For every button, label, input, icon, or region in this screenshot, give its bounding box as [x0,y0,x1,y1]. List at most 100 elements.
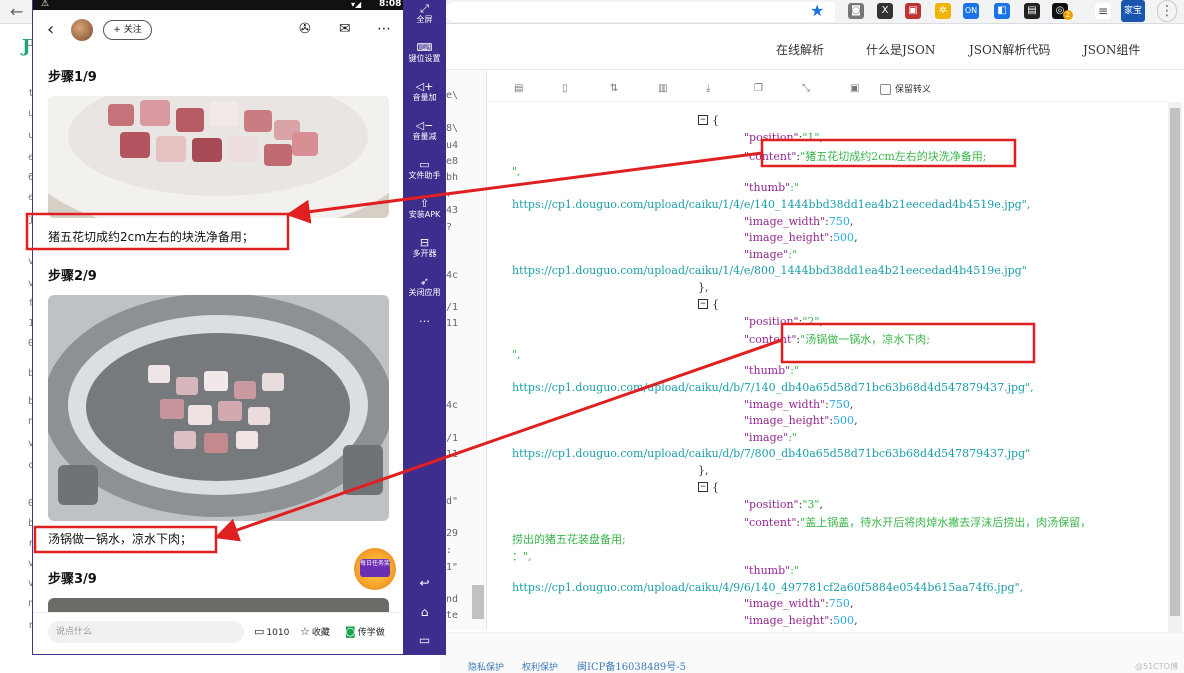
json-brace: { [712,481,719,494]
watermark: @51CTO博客 [1135,662,1178,671]
share-learn-button[interactable]: ◙ 传学做 [345,625,385,638]
install-apk-label: 安装APK [408,210,441,219]
on-extension-icon[interactable]: ON [963,3,979,19]
share-learn-label: 传学做 [357,628,385,638]
comments-count: 1010 [266,628,290,638]
multi-open-icon: ⊟ [419,236,430,249]
address-bar[interactable] [445,2,835,22]
raw-json-fragment: bh [446,172,459,183]
json-brace: { [712,114,719,127]
fold-toggle[interactable]: − [698,115,708,125]
daily-task-badge-label: 每日任务奖 [360,559,390,577]
keymap-button[interactable]: ⌨ 键位设置 [403,41,446,64]
json-line: 捞出的猪五花装盘备用; [512,533,626,546]
author-avatar[interactable] [71,19,93,41]
more-tools-button[interactable]: … [403,312,446,325]
list-icon[interactable]: ▤ [514,83,523,94]
recipe-bottom-bar: 说点什么 ▭ 1010 ☆ 收藏 ◙ 传学做 [33,612,403,654]
android-home-icon[interactable]: ⌂ [403,605,446,619]
nav-online-parse[interactable]: 在线解析 [776,41,824,58]
android-back-icon[interactable]: ↩ [403,576,446,590]
cube-extension-icon[interactable]: ◧ [994,3,1010,19]
wechat-icon[interactable]: ✉ [339,21,351,37]
raw-json-fragment: 1" [446,562,459,573]
status-time: 8:08 [379,0,402,9]
warning-icon: ⚠ [41,0,50,9]
tabs-extension-icon[interactable]: ▤ [1024,3,1040,19]
camera-green-icon: ◙ [345,625,356,638]
json-url-line: https://cp1.douguo.com/upload/caiku/d/b/… [512,381,1034,394]
fold-toggle[interactable]: − [698,482,708,492]
volume-down-label: 音量减 [412,132,437,141]
nav-json-code[interactable]: JSON解析代码 [969,41,1050,58]
playlist-icon[interactable]: ≡ [1095,3,1111,19]
raw-json-fragment: , [446,187,453,198]
json-brace: }, [698,281,709,294]
keep-escape-checkbox[interactable]: 保留转义 [880,82,931,95]
bookmark-star-icon[interactable]: ★ [810,1,824,20]
doc-icon[interactable]: ▯ [562,83,568,94]
delete-icon[interactable]: ▥ [658,83,667,94]
json-line: "image_width":750, [744,215,854,228]
more-icon: … [419,312,430,325]
json-scrollbar-thumb[interactable] [1170,108,1180,616]
favorite-button[interactable]: ☆ 收藏 [300,625,330,638]
layout-icon[interactable]: ▣ [850,83,859,94]
keyboard-icon: ⌨ [416,41,433,54]
json-scrollbar[interactable] [1168,102,1182,632]
pinwheel-extension-icon[interactable]: ✲ [935,3,951,19]
compress-icon[interactable]: ⤡ [802,83,810,94]
json-line: ", [512,165,521,178]
volume-down-button[interactable]: ◁− 音量减 [403,119,446,142]
android-recents-icon[interactable]: ▭ [403,633,446,647]
close-app-button[interactable]: ➶ 关闭应用 [403,275,446,298]
json-line: "content":"盖上锅盖，待水开后将肉焯水撇去浮沫后捞出，肉汤保留， [744,516,1092,529]
comments-button[interactable]: ▭ 1010 [254,625,289,638]
multi-open-button[interactable]: ⊟ 多开器 [403,236,446,259]
file-helper-button[interactable]: ▭ 文件助手 [403,158,446,181]
volume-up-label: 音量加 [412,93,437,102]
raw-json-fragment: 4c [446,400,459,411]
fullscreen-icon: ⤢ [420,2,429,15]
json-tree-view: −{ "position":"1", "content":"猪五花切成约2cm左… [488,102,1168,632]
download-icon[interactable]: ⤓ [706,83,710,94]
close-app-icon: ➶ [419,275,430,288]
raw-json-fragment: 29 [446,528,459,539]
daily-task-badge[interactable]: 每日任务奖 [354,548,396,590]
footer-icp-link[interactable]: 闽ICP备16038489号-5 [577,658,686,673]
raw-json-fragment: 43 [446,205,459,216]
fullscreen-button[interactable]: ⤢ 全屏 [403,2,446,25]
sort-icon[interactable]: ⇅ [610,83,618,94]
raw-json-scrollbar[interactable] [472,585,484,619]
comment-input[interactable]: 说点什么 [48,621,244,643]
camera-extension-icon[interactable]: ◙ [848,3,864,19]
back-chevron-icon[interactable]: ‹ [47,19,54,40]
volume-up-button[interactable]: ◁+ 音量加 [403,80,446,103]
fold-toggle[interactable]: − [698,299,708,309]
back-arrow-icon[interactable]: ← [10,2,23,21]
x-extension-icon[interactable]: X [877,3,893,19]
follow-button[interactable]: + 关注 [103,20,152,40]
json-line: "position":"2", [744,315,823,328]
more-horizontal-icon[interactable]: ⋯ [377,21,391,37]
install-apk-button[interactable]: ⇧ 安装APK [403,197,446,220]
raw-json-fragment: ? [446,222,453,233]
screen-extension-icon[interactable]: ▣ [905,3,921,19]
nav-json-components[interactable]: JSON组件 [1083,41,1140,58]
raw-json-fragment: /1 [446,433,459,444]
json-url-line: https://cp1.douguo.com/upload/caiku/1/4/… [512,198,1031,211]
film-reel-icon[interactable]: ✇ [299,21,311,37]
footer-privacy-link[interactable]: 隐私保护 [468,660,504,673]
json-line: "image_height":500, [744,414,858,427]
raw-json-fragment: 11 [446,449,459,460]
footer-rights-link[interactable]: 权利保护 [522,660,558,673]
json-line: "content":"猪五花切成约2cm左右的块洗净备用; [744,150,987,163]
browser-menu-icon[interactable]: ⋮ [1157,0,1177,22]
profile-button[interactable]: 家宝 [1121,0,1145,22]
nav-what-is-json[interactable]: 什么是JSON [866,41,935,58]
json-line: "position":"3", [744,498,823,511]
raw-json-fragment: 11 [446,318,459,329]
extension-badge: 2 [1063,10,1073,20]
copy-icon[interactable]: ❐ [754,83,763,94]
json-line: ：", [512,550,532,563]
